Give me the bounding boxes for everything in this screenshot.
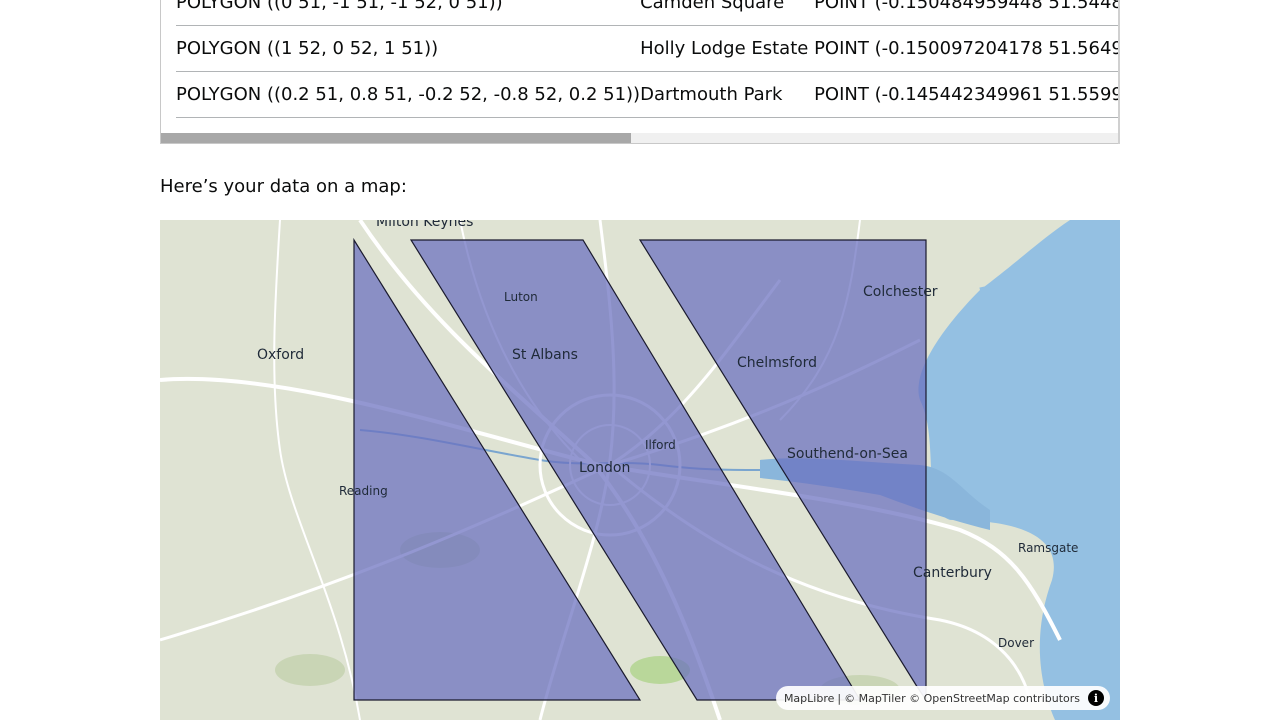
- geometry-cell: POLYGON ((0.2 51, 0.8 51, -0.2 52, -0.8 …: [176, 71, 641, 118]
- place-label: Oxford: [257, 347, 304, 363]
- info-icon[interactable]: i: [1088, 690, 1104, 706]
- place-label: Chelmsford: [737, 355, 817, 371]
- data-table: POLYGON ((0 51, -1 51, -1 52, 0 51)) Cam…: [176, 0, 1119, 118]
- table-row: POLYGON ((1 52, 0 52, 1 51)) Holly Lodge…: [176, 25, 1119, 72]
- map-attribution: MapLibre | © MapTiler © OpenStreetMap co…: [775, 686, 1110, 710]
- place-label: Colchester: [863, 284, 938, 300]
- attribution-separator: |: [837, 691, 842, 705]
- maptiler-link[interactable]: © MapTiler: [844, 692, 906, 705]
- place-label: London: [579, 460, 630, 476]
- place-label: St Albans: [512, 347, 578, 363]
- name-cell: Holly Lodge Estate: [640, 25, 815, 72]
- maplibre-link[interactable]: MapLibre: [784, 692, 834, 705]
- place-label: Southend-on-Sea: [787, 446, 908, 462]
- table-row: POLYGON ((0 51, -1 51, -1 52, 0 51)) Cam…: [176, 0, 1119, 26]
- centroid-cell: POINT (-0.150097204178 51.56497575: [814, 25, 1119, 72]
- horizontal-scrollbar[interactable]: [161, 133, 1119, 143]
- centroid-cell: POINT (-0.150484959448 51.5448456: [814, 0, 1119, 26]
- osm-link[interactable]: © OpenStreetMap contributors: [909, 692, 1080, 705]
- table-edge-divider: [1118, 0, 1120, 144]
- map[interactable]: Milton Keynes Luton Colchester Oxford St…: [160, 220, 1120, 720]
- data-table-container: POLYGON ((0 51, -1 51, -1 52, 0 51)) Cam…: [160, 0, 1120, 144]
- name-cell: Dartmouth Park: [640, 71, 815, 118]
- map-intro-text: Here’s your data on a map:: [160, 176, 407, 197]
- name-cell: Camden Square: [640, 0, 815, 26]
- place-label: Milton Keynes: [376, 220, 473, 230]
- place-label: Reading: [339, 484, 388, 498]
- place-label: Ilford: [645, 438, 676, 452]
- table-row: POLYGON ((0.2 51, 0.8 51, -0.2 52, -0.8 …: [176, 71, 1119, 118]
- place-label: Ramsgate: [1018, 541, 1078, 555]
- map-canvas[interactable]: Milton Keynes Luton Colchester Oxford St…: [160, 220, 1120, 720]
- geometry-cell: POLYGON ((0 51, -1 51, -1 52, 0 51)): [176, 0, 641, 26]
- centroid-cell: POINT (-0.145442349961 51.55999951: [814, 71, 1119, 118]
- geometry-cell: POLYGON ((1 52, 0 52, 1 51)): [176, 25, 641, 72]
- place-label: Luton: [504, 290, 538, 304]
- place-label: Canterbury: [913, 565, 992, 581]
- scrollbar-thumb[interactable]: [161, 133, 631, 143]
- place-label: Dover: [998, 636, 1034, 650]
